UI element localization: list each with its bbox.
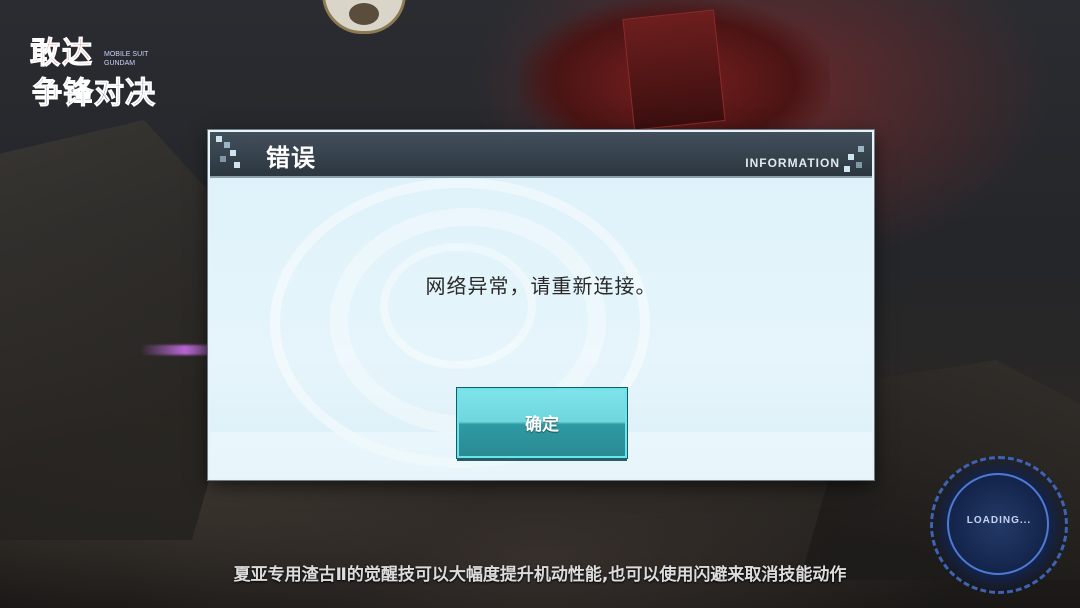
logo-subtitle: MOBILE SUIT GUNDAM <box>104 51 149 67</box>
logo-title-line2: 争锋对决 <box>32 76 156 112</box>
dialog-message: 网络异常，请重新连接。 <box>425 274 657 298</box>
loading-text: LOADING... <box>966 515 1032 526</box>
dialog-body: 网络异常，请重新连接。 确定 <box>210 178 872 478</box>
dialog-info-label: INFORMATION <box>745 156 840 170</box>
header-decor-left <box>216 136 242 170</box>
background-rock-left <box>0 120 240 540</box>
background-mecha-part <box>622 9 726 131</box>
header-decor-right <box>842 146 868 174</box>
avatar-face <box>349 3 379 25</box>
body-decor-ring <box>380 243 536 369</box>
gameplay-tip: 夏亚专用渣古Ⅱ的觉醒技可以大幅度提升机动性能,也可以使用闪避来取消技能动作 <box>233 565 847 585</box>
dialog-header: 错误 INFORMATION <box>210 132 872 178</box>
confirm-button[interactable]: 确定 <box>457 388 627 458</box>
confirm-button-label: 确定 <box>525 415 559 435</box>
game-logo: 敢达 MOBILE SUIT GUNDAM 争锋对决 <box>22 28 162 112</box>
logo-title-line1: 敢达 <box>30 36 94 72</box>
error-dialog: 错误 INFORMATION 网络异常，请重新连接。 确定 <box>208 130 874 480</box>
dialog-title: 错误 <box>266 144 316 172</box>
